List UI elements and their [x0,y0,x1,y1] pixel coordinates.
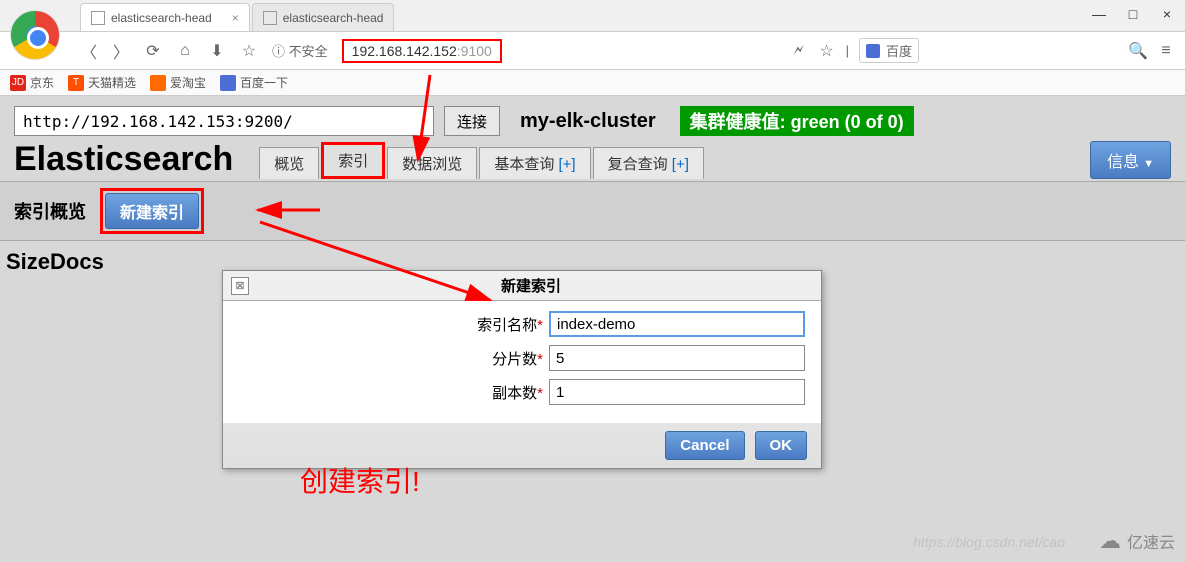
chrome-logo-icon [10,10,60,60]
subtoolbar: 索引概览 新建索引 [0,181,1185,241]
tab-title: elasticsearch-head [111,11,212,25]
bookmarks-bar: JD京东 T天猫精选 爱淘宝 百度一下 [0,70,1185,96]
home-icon[interactable]: ⌂ [176,42,194,60]
bookmark-baidu[interactable]: 百度一下 [220,74,288,91]
search-input[interactable]: 百度 [859,38,919,63]
tab-compound-query[interactable]: 复合查询 [+] [593,147,704,179]
index-name-input[interactable] [549,311,805,337]
chevron-down-icon: ▼ [1143,158,1154,170]
page-icon [263,11,277,25]
maximize-icon[interactable]: □ [1123,6,1143,22]
window-controls: — □ × [1089,6,1177,22]
forward-icon[interactable]: 〉 [112,42,130,60]
yisu-logo: ☁ 亿速云 [1099,528,1175,554]
shards-input[interactable] [549,345,805,371]
page-icon [91,11,105,25]
security-indicator: ⓘ 不安全 [272,41,328,60]
cluster-name: my-elk-cluster [520,110,656,133]
close-icon[interactable]: × [232,11,239,25]
app-title: Elasticsearch [14,140,233,179]
info-button[interactable]: 信息▼ [1090,141,1171,179]
bookmark-aitao[interactable]: 爱淘宝 [150,74,206,91]
new-index-button[interactable]: 新建索引 [105,193,199,229]
back-icon[interactable]: 〈 [80,42,98,60]
search-icon[interactable]: 🔍 [1129,42,1147,60]
flash-icon[interactable]: 🗲 [790,42,808,60]
shards-label: 分片数* [239,348,549,369]
cluster-health-badge: 集群健康值: green (0 of 0) [680,106,914,136]
star-icon[interactable]: ☆ [240,42,258,60]
dialog-close-icon[interactable]: ⊠ [231,277,249,295]
menu-icon[interactable]: ≡ [1157,42,1175,60]
replicas-label: 副本数* [239,382,549,403]
browser-tab-strip: elasticsearch-head × elasticsearch-head … [0,0,1185,32]
minimize-icon[interactable]: — [1089,6,1109,22]
close-icon[interactable]: × [1157,6,1177,22]
tab-basic-query[interactable]: 基本查询 [+] [479,147,590,179]
dialog-title: 新建索引 [249,275,813,296]
tab-overview[interactable]: 概览 [259,147,319,179]
annotation-text: 创建索引! [300,460,420,500]
browser-tab-active[interactable]: elasticsearch-head × [80,3,250,31]
replicas-input[interactable] [549,379,805,405]
url-input[interactable]: 192.168.142.152:9100 [342,39,502,63]
watermark: https://blog.csdn.net/cao [913,534,1065,550]
tab-title: elasticsearch-head [283,11,384,25]
reload-icon[interactable]: ⟳ [144,42,162,60]
subtoolbar-title: 索引概览 [14,198,86,224]
bookmark-star-icon[interactable]: ☆ [818,42,836,60]
tab-indices[interactable]: 索引 [321,142,385,179]
bookmark-tmall[interactable]: T天猫精选 [68,74,136,91]
index-name-label: 索引名称* [239,314,549,335]
info-icon: ⓘ [272,44,285,59]
baidu-icon [866,44,880,58]
cloud-icon: ☁ [1099,528,1121,554]
ok-button[interactable]: OK [755,431,808,460]
browser-tab-inactive[interactable]: elasticsearch-head [252,3,395,31]
connect-button[interactable]: 连接 [444,106,500,136]
cancel-button[interactable]: Cancel [665,431,744,460]
tab-browse[interactable]: 数据浏览 [387,147,477,179]
download-icon[interactable]: ⬇ [208,42,226,60]
address-bar: 〈 〉 ⟳ ⌂ ⬇ ☆ ⓘ 不安全 192.168.142.152:9100 🗲… [0,32,1185,70]
new-index-dialog: ⊠ 新建索引 索引名称* 分片数* 副本数* Cancel OK [222,270,822,469]
connection-url-input[interactable] [14,106,434,136]
bookmark-jd[interactable]: JD京东 [10,74,54,91]
